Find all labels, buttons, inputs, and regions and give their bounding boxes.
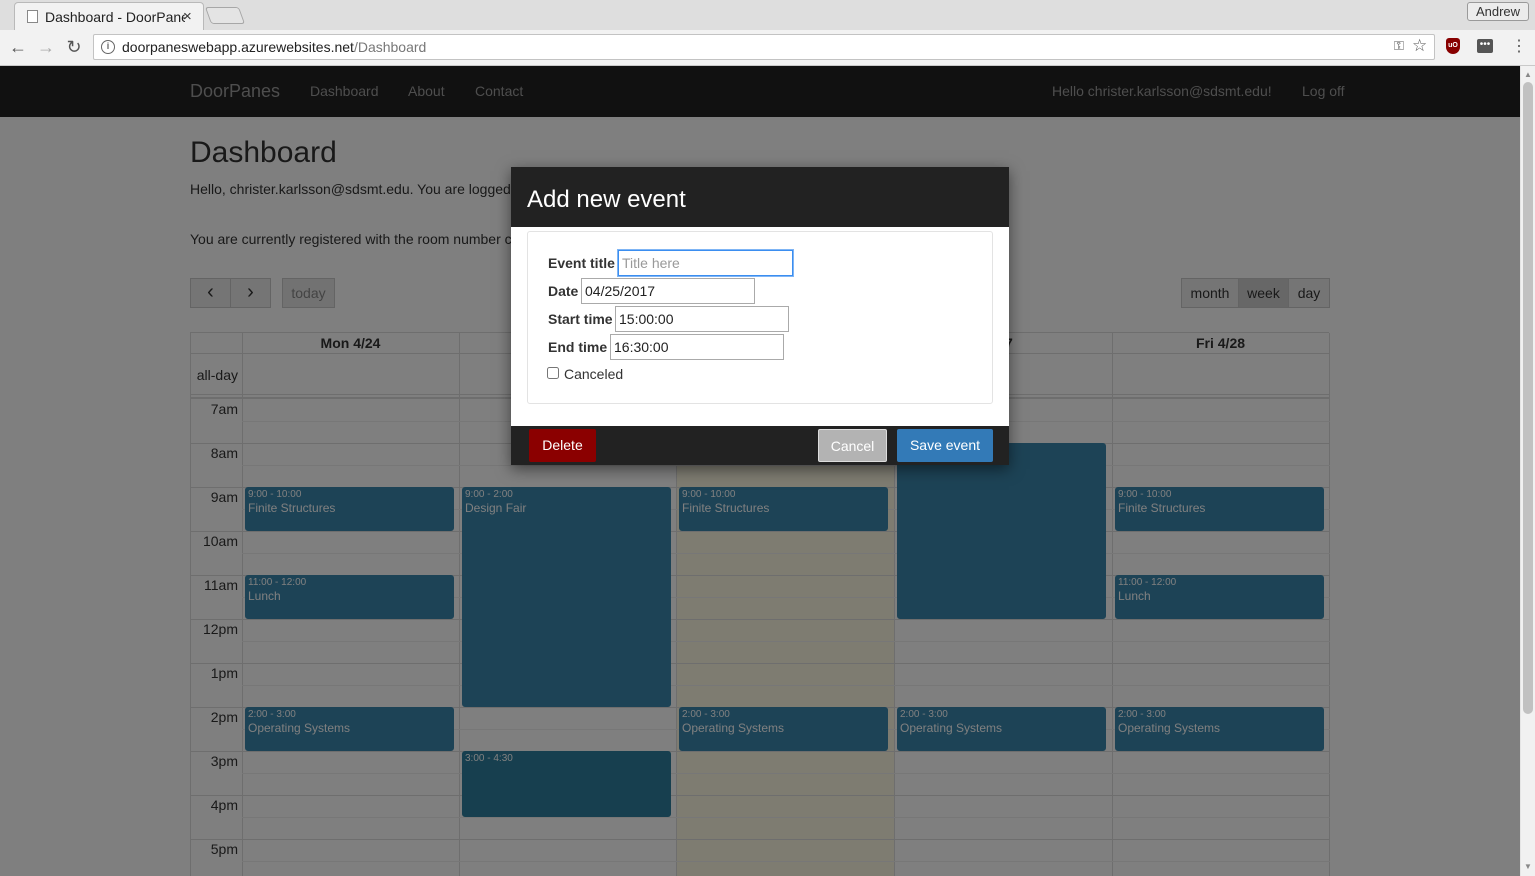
bookmark-star-icon[interactable]: ☆ [1412,36,1427,56]
browser-toolbar: ← → ↻ i doorpaneswebapp.azurewebsites.ne… [0,30,1535,66]
browser-tab-strip: Dashboard - DoorPanes × Andrew [0,0,1535,30]
delete-button[interactable]: Delete [529,429,596,462]
modal-footer: Delete Cancel Save event [511,426,1009,465]
browser-tab-dashboard[interactable]: Dashboard - DoorPanes × [14,2,204,30]
canceled-checkbox[interactable] [547,367,559,379]
page-viewport: DoorPanes Dashboard About Contact Hello … [0,66,1520,876]
event-title-label: Event title [548,255,615,271]
extension-icon[interactable]: ••• [1477,39,1493,53]
save-event-button[interactable]: Save event [897,429,993,462]
browser-menu-icon[interactable]: ⋮ [1511,36,1527,56]
cancel-button[interactable]: Cancel [818,429,887,462]
scrollbar-thumb[interactable] [1523,82,1533,714]
address-url: doorpaneswebapp.azurewebsites.net/Dashbo… [122,39,426,55]
scroll-down-icon[interactable]: ▼ [1524,862,1532,871]
canceled-label: Canceled [564,366,624,382]
add-event-modal: Add new event Event title Date Start tim… [511,167,1009,465]
forward-arrow-icon[interactable]: → [35,37,57,58]
page-scrollbar[interactable]: ▲ ▼ [1520,66,1535,876]
modal-header: Add new event [511,167,1009,227]
ublock-extension-icon[interactable]: uO [1446,38,1460,54]
event-title-input[interactable] [618,250,793,276]
close-tab-icon[interactable]: × [183,8,192,25]
site-info-icon[interactable]: i [101,40,115,54]
page-favicon-icon [27,10,38,23]
modal-title: Add new event [527,186,686,213]
end-time-label: End time [548,339,608,355]
new-tab-button[interactable] [204,7,246,24]
reload-icon[interactable]: ↻ [63,37,85,58]
event-form: Event title Date Start time End time Can… [527,231,993,404]
date-input[interactable] [581,278,755,304]
url-path: /Dashboard [353,39,427,55]
profile-button[interactable]: Andrew [1467,2,1529,21]
scroll-up-icon[interactable]: ▲ [1524,70,1532,79]
key-icon[interactable]: ⚿ [1394,38,1404,54]
url-host: doorpaneswebapp.azurewebsites.net [122,39,354,55]
date-label: Date [548,283,579,299]
browser-tab-title: Dashboard - DoorPanes [45,9,185,25]
back-arrow-icon[interactable]: ← [7,37,29,58]
start-time-input[interactable] [615,306,789,332]
address-bar[interactable]: i doorpaneswebapp.azurewebsites.net/Dash… [93,34,1435,60]
end-time-input[interactable] [610,334,784,360]
start-time-label: Start time [548,311,613,327]
